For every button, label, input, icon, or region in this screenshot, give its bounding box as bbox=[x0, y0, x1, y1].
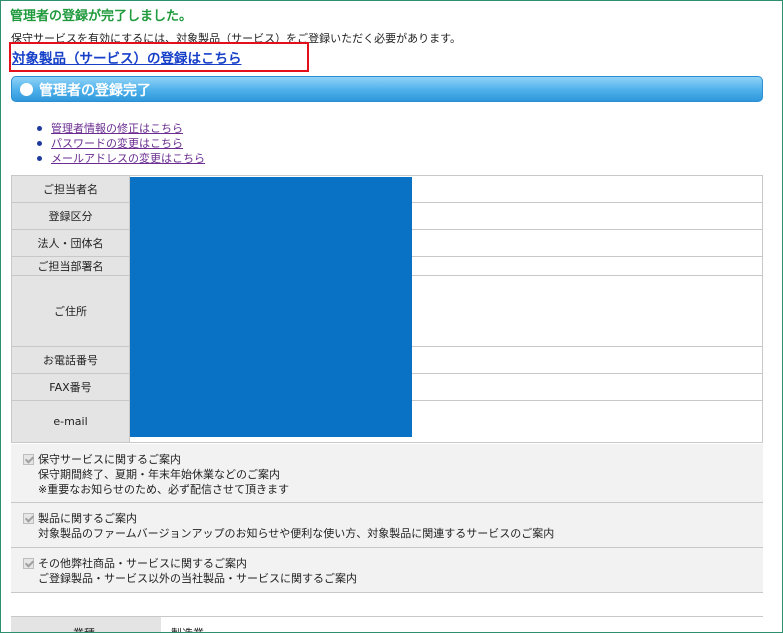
row-label: ご住所 bbox=[11, 275, 130, 347]
preference-label: 製品に関するご案内 bbox=[38, 512, 137, 525]
bullet-icon bbox=[37, 141, 42, 146]
edit-admin-info-link[interactable]: 管理者情報の修正はこちら bbox=[51, 122, 183, 135]
other-products-checkbox[interactable] bbox=[23, 558, 34, 569]
preference-maintenance: 保守サービスに関するご案内 保守期間終了、夏期・年末年始休業などのご案内 ※重要… bbox=[11, 444, 763, 503]
maintenance-checkbox[interactable] bbox=[23, 454, 34, 465]
preference-other: その他弊社商品・サービスに関するご案内 ご登録製品・サービス以外の当社製品・サー… bbox=[11, 548, 763, 593]
register-product-link[interactable]: 対象製品（サービス）の登録はこちら bbox=[12, 47, 242, 67]
section-heading: 管理者の登録完了 bbox=[39, 83, 151, 99]
row-label: FAX番号 bbox=[11, 373, 130, 401]
preference-detail: ※重要なお知らせのため、必ず配信させて頂きます bbox=[38, 483, 289, 496]
preference-row: その他弊社商品・サービスに関するご案内 bbox=[23, 556, 763, 571]
list-item: パスワードの変更はこちら bbox=[37, 136, 205, 151]
product-info-checkbox[interactable] bbox=[23, 513, 34, 524]
row-value: 製造業 bbox=[171, 625, 204, 632]
preference-row: 保守サービスに関するご案内 bbox=[23, 452, 763, 467]
change-password-link[interactable]: パスワードの変更はこちら bbox=[51, 137, 183, 150]
list-item: 管理者情報の修正はこちら bbox=[37, 121, 205, 136]
page-frame: 管理者の登録が完了しました。 保守サービスを有効にするには、対象製品（サービス）… bbox=[0, 0, 783, 633]
circle-bullet-icon bbox=[20, 83, 33, 96]
row-label: ご担当者名 bbox=[11, 175, 130, 203]
row-label: ご担当部署名 bbox=[11, 256, 130, 276]
row-label: お電話番号 bbox=[11, 346, 130, 374]
row-label: 業種 bbox=[73, 625, 95, 632]
admin-links-list: 管理者情報の修正はこちら パスワードの変更はこちら メールアドレスの変更はこちら bbox=[37, 121, 205, 166]
row-label: e-mail bbox=[11, 400, 130, 443]
preference-label: 保守サービスに関するご案内 bbox=[38, 453, 181, 466]
industry-row: 業種 製造業 bbox=[11, 616, 763, 632]
preference-detail: 保守期間終了、夏期・年末年始休業などのご案内 bbox=[38, 468, 280, 481]
list-item: メールアドレスの変更はこちら bbox=[37, 151, 205, 166]
preference-detail: ご登録製品・サービス以外の当社製品・サービスに関するご案内 bbox=[38, 572, 357, 585]
section-heading-bar: 管理者の登録完了 bbox=[11, 76, 763, 102]
preference-product: 製品に関するご案内 対象製品のファームバージョンアップのお知らせや便利な使い方、… bbox=[11, 503, 763, 548]
preference-detail: 対象製品のファームバージョンアップのお知らせや便利な使い方、対象製品に関連するサ… bbox=[38, 527, 555, 540]
change-email-link[interactable]: メールアドレスの変更はこちら bbox=[51, 152, 205, 165]
mail-preferences: 保守サービスに関するご案内 保守期間終了、夏期・年末年始休業などのご案内 ※重要… bbox=[11, 444, 763, 593]
preference-label: その他弊社商品・サービスに関するご案内 bbox=[38, 557, 247, 570]
preference-row: 製品に関するご案内 bbox=[23, 511, 763, 526]
row-label: 法人・団体名 bbox=[11, 229, 130, 257]
bullet-icon bbox=[37, 156, 42, 161]
row-label: 登録区分 bbox=[11, 202, 130, 230]
row-label-cell: 業種 bbox=[11, 617, 161, 632]
bullet-icon bbox=[37, 126, 42, 131]
page-title: 管理者の登録が完了しました。 bbox=[10, 9, 193, 24]
redaction-block bbox=[130, 177, 412, 437]
